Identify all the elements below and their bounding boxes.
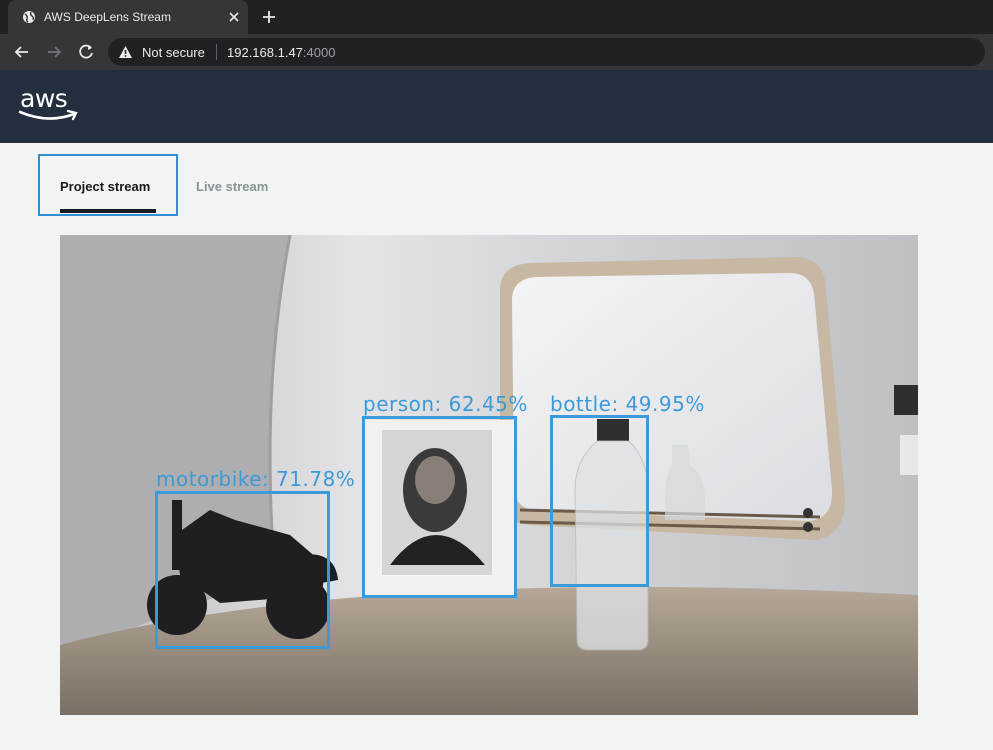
browser-tab[interactable]: AWS DeepLens Stream <box>8 0 248 34</box>
aws-smile-icon <box>18 109 78 121</box>
browser-toolbar: Not secure 192.168.1.47:4000 <box>0 34 993 70</box>
browser-tab-strip: AWS DeepLens Stream <box>0 0 993 34</box>
aws-header: aws <box>0 70 993 143</box>
tab-live-stream-label: Live stream <box>196 179 269 194</box>
detection-label-person: person: 62.45% <box>363 392 528 416</box>
security-status[interactable]: Not secure <box>142 45 205 60</box>
url-text[interactable]: 192.168.1.47:4000 <box>227 45 335 60</box>
plus-icon[interactable] <box>260 8 278 26</box>
tab-live-stream[interactable]: Live stream <box>178 154 298 216</box>
reload-icon[interactable] <box>76 42 96 62</box>
address-bar[interactable]: Not secure 192.168.1.47:4000 <box>108 38 985 66</box>
tab-project-stream[interactable]: Project stream <box>38 154 178 216</box>
detection-box-bottle <box>550 415 649 587</box>
back-arrow-icon[interactable] <box>12 42 32 62</box>
url-port: :4000 <box>302 45 336 60</box>
video-stream: motorbike: 71.78% person: 62.45% bottle:… <box>60 235 918 715</box>
active-tab-indicator <box>60 209 156 213</box>
detection-label-bottle: bottle: 49.95% <box>550 392 705 416</box>
globe-icon <box>23 11 35 23</box>
detection-box-person <box>362 416 517 598</box>
warning-icon[interactable] <box>118 45 133 59</box>
detection-label-motorbike: motorbike: 71.78% <box>156 467 356 491</box>
tab-title: AWS DeepLens Stream <box>44 10 171 24</box>
aws-logo[interactable]: aws <box>18 84 82 126</box>
tab-project-stream-label: Project stream <box>60 179 151 194</box>
url-host: 192.168.1.47 <box>227 45 303 60</box>
forward-arrow-icon[interactable] <box>44 42 64 62</box>
address-divider <box>216 44 217 60</box>
detection-box-motorbike <box>155 491 330 649</box>
close-icon[interactable] <box>226 9 242 25</box>
